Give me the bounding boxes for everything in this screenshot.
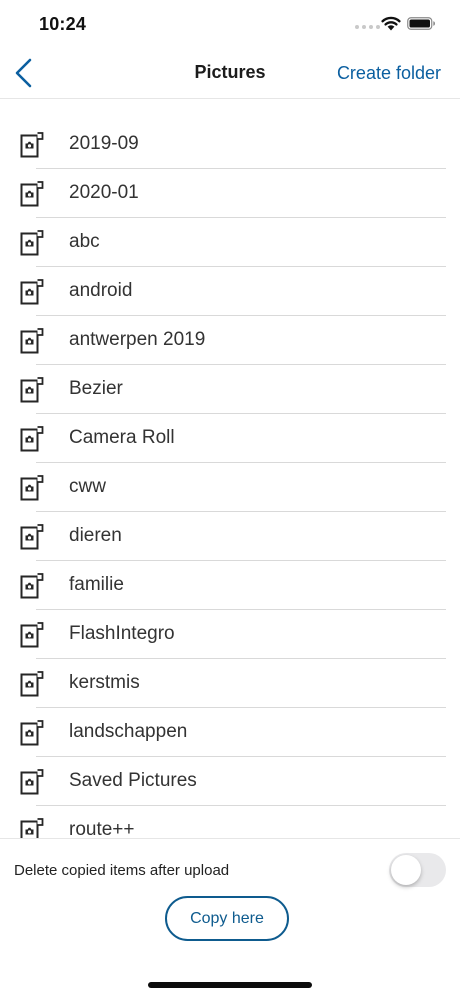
picture-folder-icon xyxy=(20,671,44,697)
folder-name: antwerpen 2019 xyxy=(69,329,206,350)
folder-row[interactable]: landschappen xyxy=(0,708,460,757)
folder-row[interactable]: abc xyxy=(0,218,460,267)
picture-folder-icon xyxy=(20,132,44,158)
folder-row[interactable]: Bezier xyxy=(0,365,460,414)
folder-row[interactable]: dieren xyxy=(0,512,460,561)
folder-name: Saved Pictures xyxy=(69,770,197,791)
folder-row[interactable]: 2019-09 xyxy=(0,120,460,169)
copy-here-button[interactable]: Copy here xyxy=(165,896,289,941)
folder-list: 2019-09 2020-01 abc android antwerpen 2019 Be… xyxy=(0,120,460,838)
toggle-knob xyxy=(391,855,421,885)
picture-folder-icon xyxy=(20,769,44,795)
footer-panel: Delete copied items after upload Copy he… xyxy=(0,838,460,997)
folder-name: Camera Roll xyxy=(69,427,175,448)
battery-icon xyxy=(407,17,435,30)
folder-name: route++ xyxy=(69,819,135,838)
folder-name: FlashIntegro xyxy=(69,623,175,644)
picture-folder-icon xyxy=(20,328,44,354)
picture-folder-icon xyxy=(20,524,44,550)
wifi-icon xyxy=(381,16,401,31)
picture-folder-icon xyxy=(20,230,44,256)
folder-row[interactable]: Camera Roll xyxy=(0,414,460,463)
folder-row[interactable]: cww xyxy=(0,463,460,512)
folder-row[interactable]: antwerpen 2019 xyxy=(0,316,460,365)
folder-row[interactable]: Saved Pictures xyxy=(0,757,460,806)
folder-name: Bezier xyxy=(69,378,123,399)
delete-after-upload-toggle[interactable] xyxy=(389,853,446,887)
picture-folder-icon xyxy=(20,475,44,501)
navigation-bar: Pictures Create folder xyxy=(0,50,460,99)
picture-folder-icon xyxy=(20,720,44,746)
folder-row[interactable]: 2020-01 xyxy=(0,169,460,218)
picture-folder-icon xyxy=(20,377,44,403)
folder-name: dieren xyxy=(69,525,122,546)
picture-folder-icon xyxy=(20,279,44,305)
delete-after-upload-label: Delete copied items after upload xyxy=(14,862,230,879)
folder-name: kerstmis xyxy=(69,672,140,693)
folder-row[interactable]: android xyxy=(0,267,460,316)
picture-folder-icon xyxy=(20,622,44,648)
status-time: 10:24 xyxy=(39,14,87,34)
folder-name: cww xyxy=(69,476,106,497)
status-bar: 10:24 xyxy=(0,0,460,50)
folder-name: abc xyxy=(69,231,100,252)
folder-name: android xyxy=(69,280,133,301)
cellular-signal-icon xyxy=(355,25,380,29)
picture-folder-icon xyxy=(20,181,44,207)
folder-row[interactable]: kerstmis xyxy=(0,659,460,708)
folder-name: 2020-01 xyxy=(69,182,139,203)
picture-folder-icon xyxy=(20,573,44,599)
create-folder-button[interactable]: Create folder xyxy=(337,63,441,84)
folder-name: familie xyxy=(69,574,124,595)
picture-folder-icon xyxy=(20,426,44,452)
picture-folder-icon xyxy=(20,818,44,838)
home-indicator[interactable] xyxy=(148,982,312,988)
folder-row[interactable]: familie xyxy=(0,561,460,610)
folder-name: 2019-09 xyxy=(69,133,139,154)
folder-name: landschappen xyxy=(69,721,188,742)
folder-row[interactable]: FlashIntegro xyxy=(0,610,460,659)
folder-row[interactable]: route++ xyxy=(0,806,460,838)
